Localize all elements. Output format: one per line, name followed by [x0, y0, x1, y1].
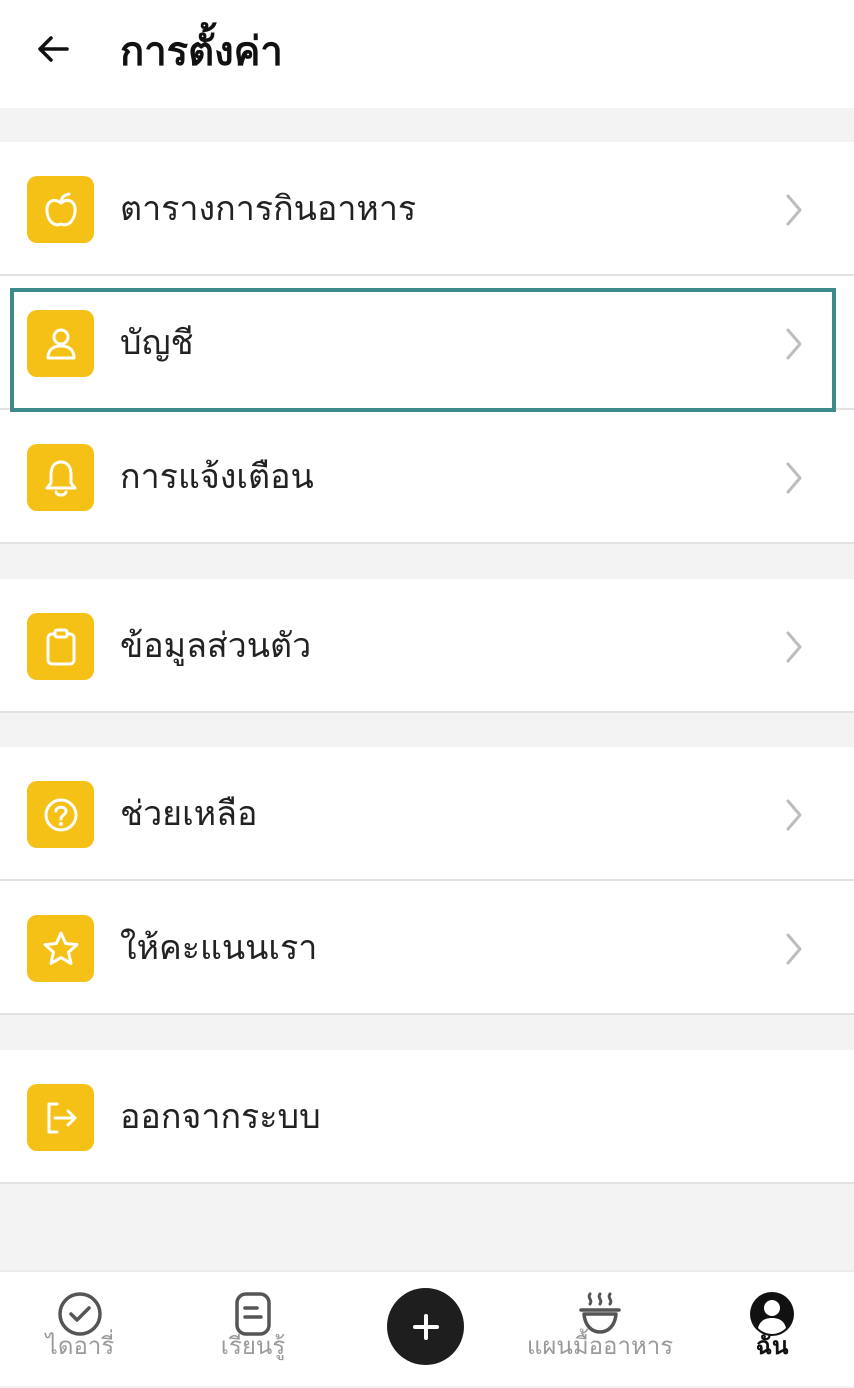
- settings-item-logout[interactable]: ออกจากระบบ: [0, 1050, 854, 1184]
- settings-group-2: ข้อมูลส่วนตัว: [0, 579, 854, 713]
- settings-item-personal-info[interactable]: ข้อมูลส่วนตัว: [0, 579, 854, 713]
- nav-label-meal-plan: แผนมื้ออาหาร: [526, 1332, 674, 1360]
- settings-item-label: ตารางการกินอาหาร: [120, 189, 417, 229]
- settings-item-help[interactable]: ช่วยเหลือ: [0, 747, 854, 881]
- plus-icon: [412, 1313, 439, 1340]
- settings-item-label: บัญชี: [120, 323, 194, 363]
- chevron-right-icon: [774, 190, 814, 230]
- check-circle-icon: [56, 1290, 104, 1338]
- settings-item-label: ให้คะแนนเรา: [120, 928, 318, 968]
- logout-icon: [27, 1084, 94, 1151]
- chevron-right-icon: [774, 929, 814, 969]
- add-button[interactable]: [387, 1288, 464, 1365]
- settings-group-4: ออกจากระบบ: [0, 1050, 854, 1184]
- chevron-right-icon: [774, 324, 814, 364]
- app-header: การตั้งค่า: [0, 0, 854, 108]
- nav-label-diary: ไดอารี่: [45, 1332, 115, 1360]
- chevron-right-icon: [774, 795, 814, 835]
- chevron-right-icon: [774, 627, 814, 667]
- star-icon: [27, 915, 94, 982]
- nav-learn[interactable]: เรียนรู้: [203, 1272, 303, 1388]
- bottom-nav: ไดอารี่ เรียนรู้ แผนมื้ออาหาร ฉัน: [0, 1270, 854, 1386]
- page-title: การตั้งค่า: [120, 29, 283, 75]
- bell-icon: [27, 444, 94, 511]
- settings-item-notifications[interactable]: การแจ้งเตือน: [0, 410, 854, 544]
- nav-meal-plan[interactable]: แผนมื้ออาหาร: [520, 1272, 680, 1388]
- user-icon: [27, 310, 94, 377]
- document-icon: [229, 1290, 277, 1338]
- settings-item-account[interactable]: บัญชี: [0, 276, 854, 410]
- apple-icon: [27, 176, 94, 243]
- settings-group-1: ตารางการกินอาหาร บัญชี การแจ้งเตือน: [0, 142, 854, 544]
- bowl-icon: [576, 1290, 624, 1338]
- nav-label-learn: เรียนรู้: [220, 1332, 286, 1360]
- settings-item-rate-us[interactable]: ให้คะแนนเรา: [0, 881, 854, 1015]
- settings-item-label: ข้อมูลส่วนตัว: [120, 626, 312, 666]
- back-button[interactable]: [28, 24, 78, 74]
- profile-icon: [748, 1290, 796, 1338]
- help-icon: [27, 781, 94, 848]
- nav-me[interactable]: ฉัน: [722, 1272, 822, 1388]
- settings-item-label: ออกจากระบบ: [120, 1097, 321, 1137]
- chevron-right-icon: [774, 458, 814, 498]
- clipboard-icon: [27, 613, 94, 680]
- settings-item-meal-schedule[interactable]: ตารางการกินอาหาร: [0, 142, 854, 276]
- settings-group-3: ช่วยเหลือ ให้คะแนนเรา: [0, 747, 854, 1015]
- settings-item-label: ช่วยเหลือ: [120, 794, 258, 834]
- nav-label-me: ฉัน: [755, 1332, 789, 1360]
- arrow-left-icon: [38, 36, 69, 62]
- settings-item-label: การแจ้งเตือน: [120, 457, 314, 497]
- nav-diary[interactable]: ไดอารี่: [30, 1272, 130, 1388]
